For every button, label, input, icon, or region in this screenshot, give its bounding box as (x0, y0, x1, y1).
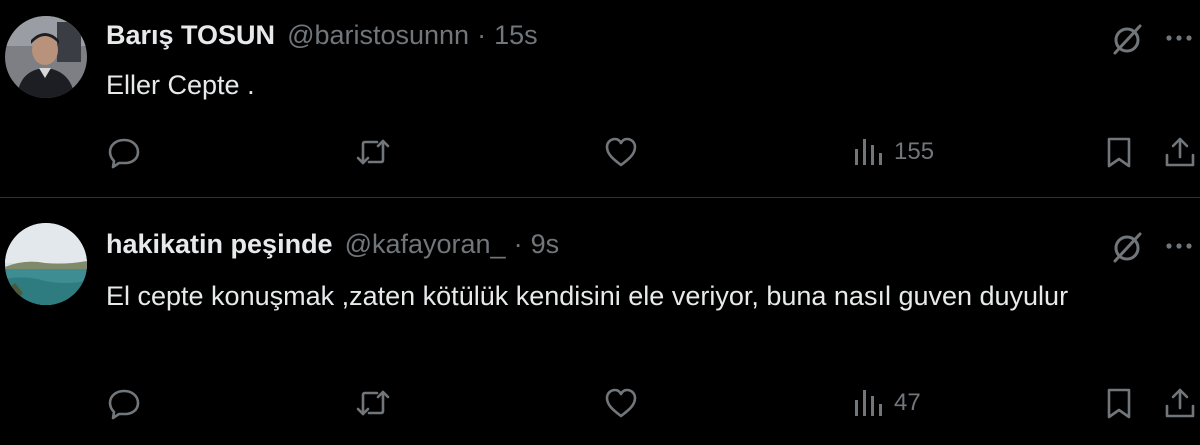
reply-button[interactable] (107, 383, 141, 423)
tweet[interactable]: hakikatin peşinde @kafayoran_ · 9s El ce… (0, 198, 1200, 445)
action-bar: 155 (0, 132, 1200, 172)
share-button[interactable] (1163, 132, 1197, 172)
avatar[interactable] (5, 16, 87, 98)
retweet-icon (355, 386, 391, 420)
separator-dot: · (513, 229, 523, 259)
display-name[interactable]: hakikatin peşinde (106, 229, 333, 260)
share-icon (1163, 386, 1197, 420)
user-handle[interactable]: @kafayoran_ (345, 229, 506, 260)
retweet-button[interactable] (355, 132, 391, 172)
avatar[interactable] (5, 223, 87, 305)
tweet-text: El cepte konuşmak ,zaten kötülük kendisi… (106, 281, 1069, 311)
like-button[interactable] (603, 132, 639, 172)
more-icon[interactable] (1164, 231, 1194, 261)
views-icon (852, 386, 884, 420)
grok-icon[interactable] (1110, 22, 1144, 56)
views-button[interactable]: 47 (852, 383, 921, 423)
bookmark-button[interactable] (1104, 132, 1134, 172)
bookmark-icon (1104, 135, 1134, 169)
bookmark-button[interactable] (1104, 383, 1134, 423)
timestamp[interactable]: 9s (531, 229, 560, 260)
display-name[interactable]: Barış TOSUN (106, 20, 275, 51)
share-button[interactable] (1163, 383, 1197, 423)
heart-icon (603, 386, 639, 420)
user-handle[interactable]: @baristosunnn (287, 20, 469, 51)
views-count: 155 (894, 138, 935, 165)
retweet-icon (355, 135, 391, 169)
more-icon[interactable] (1164, 23, 1194, 53)
share-icon (1163, 135, 1197, 169)
action-bar: 47 (0, 383, 1200, 423)
reply-button[interactable] (107, 132, 141, 172)
heart-icon (603, 135, 639, 169)
reply-icon (107, 386, 141, 420)
separator-dot: · (477, 20, 487, 50)
views-icon (852, 135, 884, 169)
retweet-button[interactable] (355, 383, 391, 423)
tweet-text: Eller Cepte . (106, 70, 255, 100)
reply-icon (107, 135, 141, 169)
grok-icon[interactable] (1110, 230, 1144, 264)
tweet-header: Barış TOSUN @baristosunnn · 15s (106, 20, 538, 51)
tweet[interactable]: Barış TOSUN @baristosunnn · 15s Eller Ce… (0, 0, 1200, 197)
like-button[interactable] (603, 383, 639, 423)
bookmark-icon (1104, 386, 1134, 420)
timestamp[interactable]: 15s (494, 20, 538, 51)
views-button[interactable]: 155 (852, 132, 934, 172)
views-count: 47 (894, 389, 921, 416)
tweet-header: hakikatin peşinde @kafayoran_ · 9s (106, 229, 559, 260)
